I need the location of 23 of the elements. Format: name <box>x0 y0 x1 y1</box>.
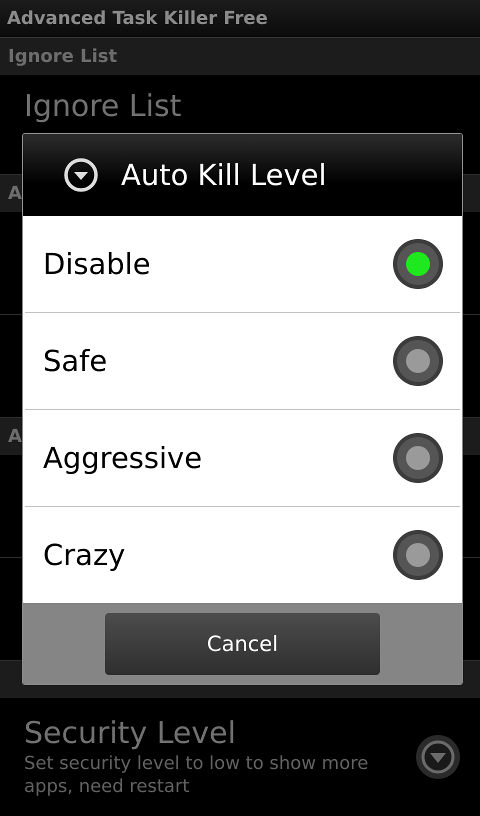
dropdown-icon <box>63 157 99 193</box>
option-row[interactable]: Disable <box>25 216 460 313</box>
option-row[interactable]: Aggressive <box>25 410 460 507</box>
radio-button[interactable] <box>392 432 444 484</box>
option-label: Aggressive <box>43 441 202 475</box>
section-header-text: A <box>8 183 22 204</box>
cancel-button[interactable]: Cancel <box>105 612 380 674</box>
preference-summary: Set security level to low to show more apps, need restart <box>24 752 370 798</box>
option-row[interactable]: Crazy <box>25 507 460 603</box>
section-header-text: Ignore List <box>8 46 118 67</box>
option-row[interactable]: Safe <box>25 313 460 410</box>
preference-title[interactable]: Ignore List <box>24 89 456 125</box>
app-title: Advanced Task Killer Free <box>7 8 268 29</box>
dialog-title: Auto Kill Level <box>121 158 327 192</box>
radio-button[interactable] <box>392 238 444 290</box>
dropdown-icon[interactable] <box>414 733 462 781</box>
option-label: Disable <box>43 247 151 281</box>
radio-button[interactable] <box>392 529 444 581</box>
option-label: Crazy <box>43 538 126 572</box>
preference-title[interactable]: Security Level <box>24 716 414 752</box>
option-label: Safe <box>43 344 108 378</box>
section-header-text: A <box>8 426 22 447</box>
radio-button[interactable] <box>392 335 444 387</box>
